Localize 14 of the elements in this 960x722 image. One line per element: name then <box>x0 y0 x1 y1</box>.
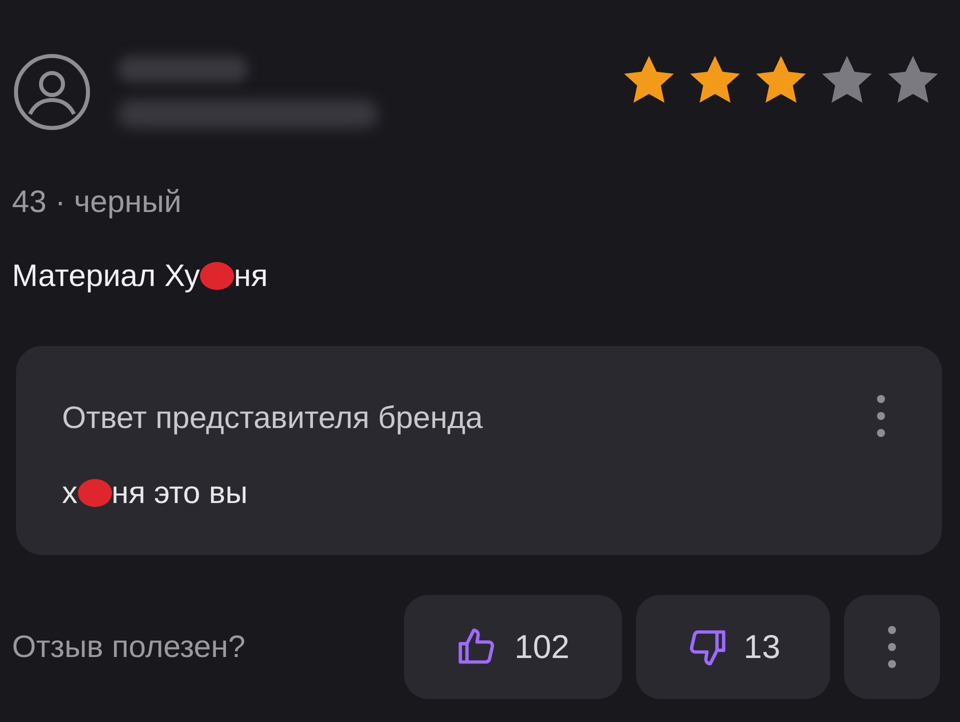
censor-mark <box>78 479 112 507</box>
more-icon <box>876 394 886 438</box>
like-button[interactable]: 102 <box>404 595 622 699</box>
reply-text: х <box>62 475 78 511</box>
helpful-question: Отзыв полезен? <box>12 629 246 665</box>
reply-text: ня это вы <box>112 475 248 511</box>
review-text: ня <box>234 258 268 294</box>
avatar-icon <box>12 52 92 132</box>
variant-label: 43 · черный <box>12 184 182 220</box>
reply-title: Ответ представителя бренда <box>62 400 483 436</box>
more-icon <box>887 625 897 669</box>
censor-mark <box>200 262 234 290</box>
review-text: Материал Ху <box>12 258 200 294</box>
dislike-button[interactable]: 13 <box>636 595 830 699</box>
